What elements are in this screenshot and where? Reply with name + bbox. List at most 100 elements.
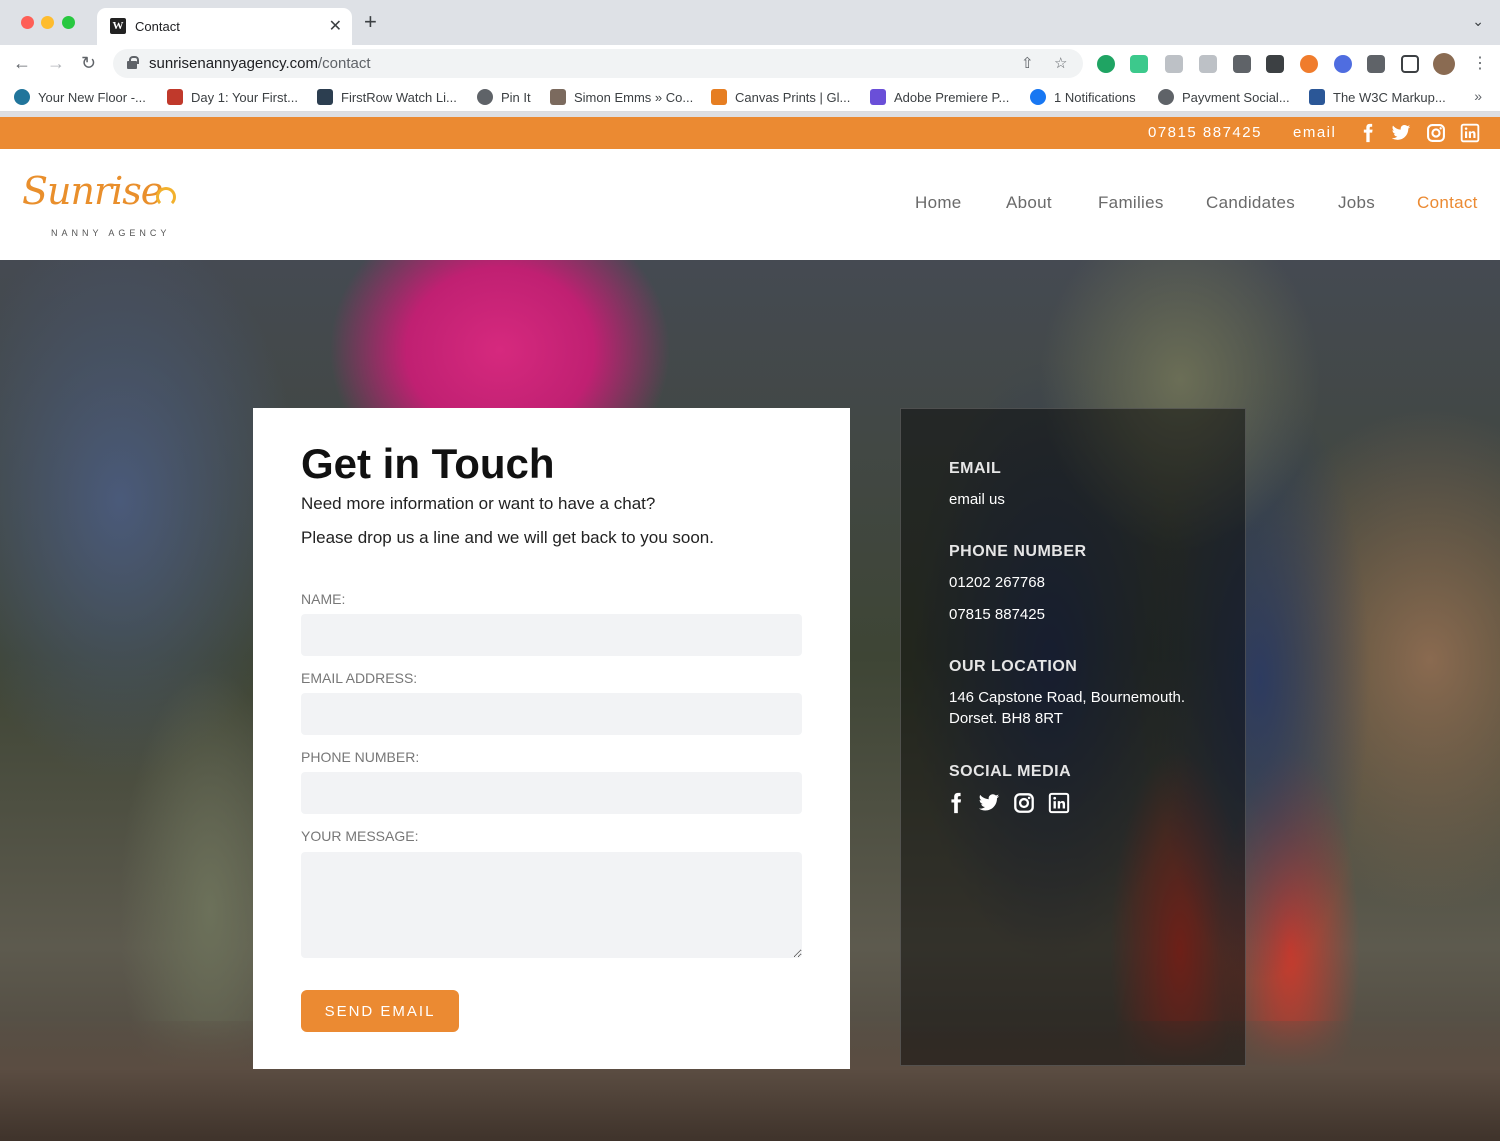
nav-contact[interactable]: Contact (1417, 193, 1478, 213)
page-viewport: 07815 887425 email Sunrise NANNY AGENCY … (0, 117, 1500, 1141)
info-email-heading: EMAIL (949, 460, 1002, 477)
url-text[interactable]: sunrisenannyagency.com/contact (149, 55, 371, 72)
info-email-link[interactable]: email us (949, 489, 1005, 510)
nav-home[interactable]: Home (915, 193, 962, 213)
window-close-button[interactable] (21, 16, 34, 29)
browser-tabstrip: W Contact ✕ + ⌄ (0, 0, 1500, 45)
bookmark-item[interactable]: The W3C Markup... (1309, 89, 1446, 105)
twitter-icon[interactable] (978, 792, 1000, 814)
profile-avatar[interactable] (1433, 53, 1455, 75)
browser-tab-contact[interactable]: W Contact ✕ (97, 8, 352, 45)
browser-menu-icon[interactable]: ⋮ (1472, 53, 1488, 73)
side-panel-icon[interactable] (1401, 55, 1419, 73)
nav-about[interactable]: About (1006, 193, 1052, 213)
form-intro-line-1: Need more information or want to have a … (301, 494, 656, 513)
email-input[interactable] (301, 693, 802, 735)
puzzle-extensions-icon[interactable] (1367, 55, 1385, 73)
bookmark-favicon-icon (167, 89, 183, 105)
lock-icon[interactable] (127, 56, 139, 69)
topbar-email-link[interactable]: email (1293, 124, 1336, 141)
phone-input[interactable] (301, 772, 802, 814)
bookmarks-overflow-button[interactable]: » (1474, 88, 1482, 104)
bookmark-item[interactable]: Day 1: Your First... (167, 89, 298, 105)
linkedin-icon[interactable] (1460, 123, 1480, 143)
instagram-icon[interactable] (1426, 123, 1446, 143)
window-minimize-button[interactable] (41, 16, 54, 29)
instagram-icon[interactable] (1013, 792, 1035, 814)
globe-icon (477, 89, 493, 105)
info-phone-2[interactable]: 07815 887425 (949, 604, 1045, 625)
tab-favicon-icon: W (110, 18, 126, 34)
reload-icon[interactable]: ↻ (81, 53, 96, 73)
bookmark-item[interactable]: Pin It (477, 89, 531, 105)
name-label: NAME: (301, 591, 346, 607)
extension-icon[interactable] (1233, 55, 1251, 73)
address-bar[interactable]: sunrisenannyagency.com/contact ⇧ ☆ (113, 49, 1083, 78)
bookmark-item[interactable]: FirstRow Watch Li... (317, 89, 457, 105)
bookmark-item[interactable]: Canvas Prints | Gl... (711, 89, 850, 105)
message-label: YOUR MESSAGE: (301, 828, 419, 844)
facebook-icon (1030, 89, 1046, 105)
site-header: Sunrise NANNY AGENCY Home About Families… (0, 149, 1500, 260)
extension-icon[interactable] (1334, 55, 1352, 73)
bookmark-favicon-icon (711, 89, 727, 105)
hero-background-image: Get in Touch Need more information or wa… (0, 260, 1500, 1141)
bookmark-star-icon[interactable]: ☆ (1054, 54, 1067, 72)
logo-wordmark: Sunrise (22, 169, 163, 213)
globe-icon (1158, 89, 1174, 105)
bookmark-favicon-icon (870, 89, 886, 105)
nav-candidates[interactable]: Candidates (1206, 193, 1295, 213)
logo-subtitle: NANNY AGENCY (51, 228, 171, 238)
name-input[interactable] (301, 614, 802, 656)
facebook-icon[interactable] (945, 792, 967, 814)
nav-families[interactable]: Families (1098, 193, 1164, 213)
bookmark-item[interactable]: Payvment Social... (1158, 89, 1290, 105)
bookmark-favicon-icon (317, 89, 333, 105)
tab-close-icon[interactable]: ✕ (329, 16, 342, 36)
send-email-button[interactable]: SEND EMAIL (301, 990, 459, 1032)
info-location-heading: OUR LOCATION (949, 658, 1078, 675)
bookmarks-bar: Your New Floor -... Day 1: Your First...… (0, 82, 1500, 112)
wordpress-icon (14, 89, 30, 105)
extension-icon[interactable] (1266, 55, 1284, 73)
phone-label: PHONE NUMBER: (301, 749, 420, 765)
linkedin-icon[interactable] (1048, 792, 1070, 814)
info-phone-heading: PHONE NUMBER (949, 543, 1087, 560)
extension-icon[interactable] (1300, 55, 1318, 73)
email-label: EMAIL ADDRESS: (301, 670, 418, 686)
info-address-line-1: 146 Capstone Road, Bournemouth. (949, 689, 1185, 706)
tab-title: Contact (135, 19, 180, 34)
message-textarea[interactable] (301, 852, 802, 958)
facebook-icon[interactable] (1358, 123, 1378, 143)
contact-topbar: 07815 887425 email (0, 117, 1500, 149)
bookmark-item[interactable]: Your New Floor -... (14, 89, 146, 105)
bookmark-item[interactable]: Adobe Premiere P... (870, 89, 1009, 105)
sunrise-logo[interactable]: Sunrise NANNY AGENCY (22, 169, 182, 239)
info-phone-1[interactable]: 01202 267768 (949, 572, 1045, 593)
nav-jobs[interactable]: Jobs (1338, 193, 1375, 213)
info-social-heading: SOCIAL MEDIA (949, 763, 1072, 780)
tab-search-chevron-icon[interactable]: ⌄ (1472, 13, 1484, 30)
twitter-icon[interactable] (1390, 123, 1412, 143)
share-icon[interactable]: ⇧ (1021, 54, 1034, 72)
grammarly-extension-icon[interactable] (1097, 55, 1115, 73)
bookmark-item[interactable]: Simon Emms » Co... (550, 89, 693, 105)
back-arrow-icon[interactable]: ← (13, 53, 31, 73)
sun-icon (156, 187, 176, 207)
forward-arrow-icon[interactable]: → (47, 53, 65, 73)
bookmark-item[interactable]: 1 Notifications (1030, 89, 1136, 105)
code-extension-icon[interactable] (1165, 55, 1183, 73)
contact-info-panel: EMAIL email us PHONE NUMBER 01202 267768… (900, 408, 1246, 1066)
browser-toolbar: ← → ↻ sunrisenannyagency.com/contact ⇧ ☆… (0, 45, 1500, 82)
contact-form: Get in Touch Need more information or wa… (253, 408, 850, 1069)
window-maximize-button[interactable] (62, 16, 75, 29)
new-tab-button[interactable]: + (364, 11, 377, 33)
w3c-icon (1309, 89, 1325, 105)
bookmark-favicon-icon (550, 89, 566, 105)
info-address-line-2: Dorset. BH8 8RT (949, 710, 1063, 727)
form-intro-line-2: Please drop us a line and we will get ba… (301, 528, 714, 547)
extension-icon[interactable] (1130, 55, 1148, 73)
extension-icon[interactable] (1199, 55, 1217, 73)
form-title: Get in Touch (301, 440, 555, 487)
topbar-phone-link[interactable]: 07815 887425 (1148, 124, 1262, 141)
